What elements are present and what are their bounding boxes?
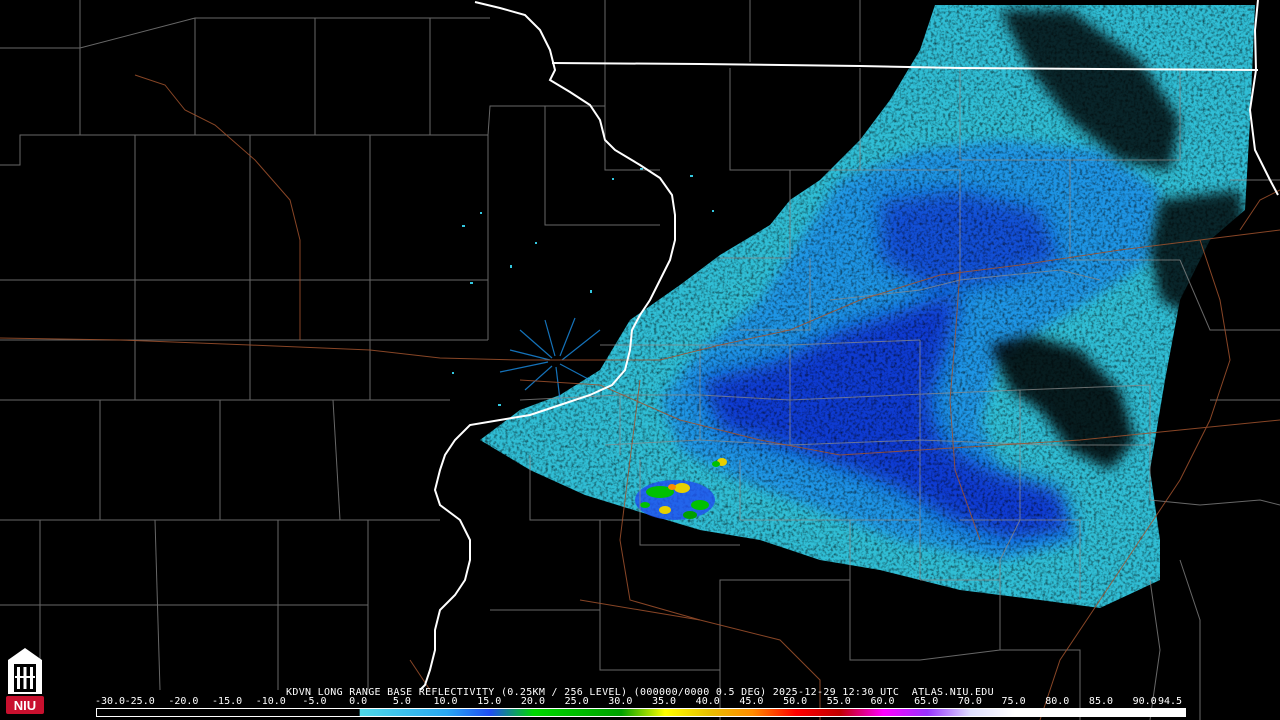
scale-label: 0.0 <box>349 696 368 707</box>
scale-label: -25.0 <box>124 696 155 707</box>
scale-label: 80.0 <box>1045 696 1070 707</box>
scale-label: 94.5 <box>1157 696 1183 707</box>
scale-label: -15.0 <box>212 696 243 707</box>
scale-label: -5.0 <box>302 696 327 707</box>
radar-display: NIU KDVN LONG RANGE BASE REFLECTIVITY (0… <box>0 0 1280 720</box>
niu-logo: NIU <box>6 648 44 714</box>
scale-label: 40.0 <box>695 696 720 707</box>
scale-label: 5.0 <box>392 696 411 707</box>
reflectivity-scale-labels: -30.0 -25.0 -20.0 -15.0 -10.0 -5.0 0.0 5.0 10.0 1… <box>94 696 1184 707</box>
scale-label: 55.0 <box>826 696 851 707</box>
scale-label: 15.0 <box>477 696 502 707</box>
scale-label: 10.0 <box>433 696 458 707</box>
scale-label: 45.0 <box>739 696 764 707</box>
scale-label: 50.0 <box>783 696 808 707</box>
scale-label: 65.0 <box>914 696 939 707</box>
scale-label: 70.0 <box>957 696 982 707</box>
scale-label: -30.0 <box>94 696 126 707</box>
scale-label: 30.0 <box>608 696 633 707</box>
scale-label: 75.0 <box>1001 696 1026 707</box>
reflectivity-color-bar <box>96 708 1186 717</box>
radar-map <box>0 0 1280 720</box>
niu-logo-text: NIU <box>14 698 36 713</box>
scale-label: 85.0 <box>1088 696 1114 707</box>
scale-label: 35.0 <box>651 696 677 707</box>
scale-label: 60.0 <box>870 696 895 707</box>
scale-label: -10.0 <box>255 696 286 707</box>
scale-label: 25.0 <box>564 696 589 707</box>
scale-label: -20.0 <box>168 696 199 707</box>
scale-label: 90.0 <box>1132 696 1157 707</box>
scale-label: 20.0 <box>520 696 545 707</box>
